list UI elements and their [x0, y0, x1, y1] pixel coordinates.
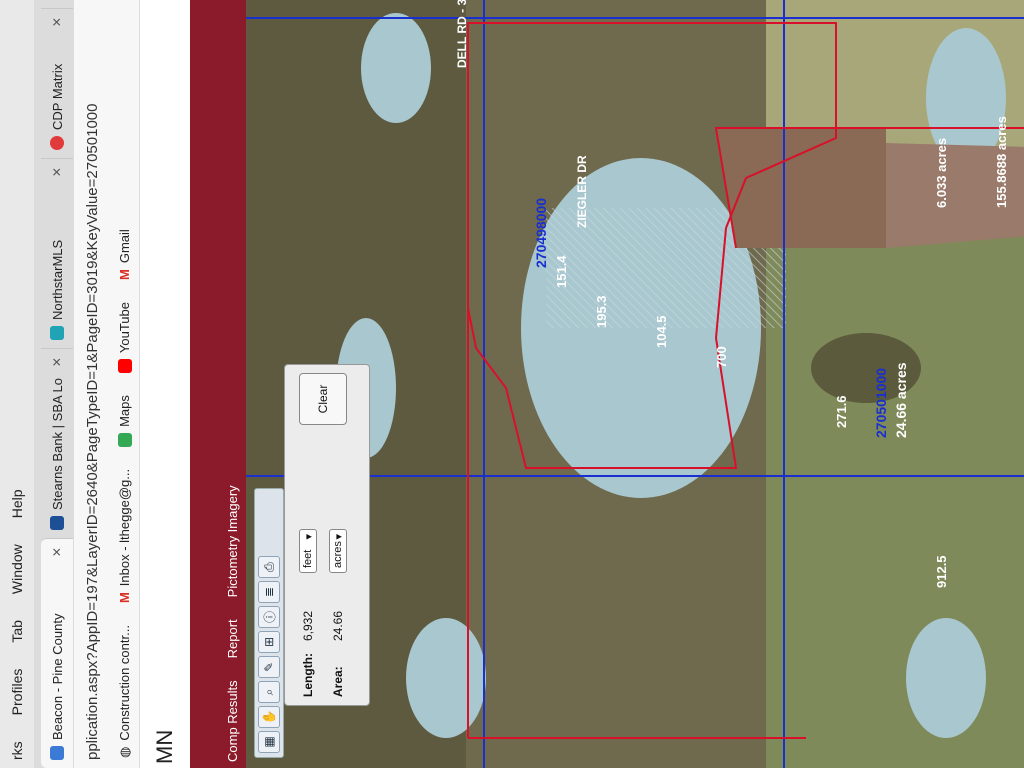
tab-cdp-matrix[interactable]: CDP Matrix ✕	[41, 8, 73, 158]
map-toolbar: ▦ ✋ ⌕ ✎ ⊞ ⓘ ≣ ⎙	[254, 488, 284, 758]
tab-bar: Beacon - Pine County ✕ Stearns Bank | SB…	[34, 0, 74, 768]
identify-tool-icon[interactable]: ⓘ	[258, 606, 280, 628]
bookmark-maps[interactable]: Maps	[117, 395, 132, 447]
pond-shape	[406, 618, 486, 738]
url-text: pplication.aspx?AppID=197&LayerID=2640&P…	[83, 103, 101, 760]
road-label: ZIEGLER DR	[575, 155, 589, 228]
draw-tool-icon[interactable]: ✎	[258, 656, 280, 678]
maps-icon	[117, 432, 132, 447]
comp-results-link[interactable]: Comp Results	[225, 680, 240, 762]
globe-icon: ◍	[116, 746, 132, 758]
length-value: 6,932	[301, 610, 315, 641]
menu-item-profiles[interactable]: Profiles	[9, 669, 25, 716]
bank-icon	[50, 516, 64, 530]
length-unit-select[interactable]: feet ▾	[299, 529, 317, 573]
close-icon[interactable]: ✕	[50, 17, 64, 27]
dimension-label: 195.3	[594, 295, 609, 328]
matrix-icon	[50, 136, 64, 150]
bookmark-construction[interactable]: ◍ Construction contr...	[117, 625, 133, 758]
acres-label: 6.033 acres	[934, 138, 949, 208]
pond-shape	[361, 13, 431, 123]
pan-tool-icon[interactable]: ✋	[258, 706, 280, 728]
pictometry-link[interactable]: Pictometry Imagery	[225, 485, 240, 597]
chevron-down-icon: ▾	[302, 534, 315, 540]
clear-button[interactable]: Clear	[299, 373, 347, 425]
measure-panel: Length: 6,932 feet ▾ Area: 24.66 acres ▾…	[284, 364, 370, 706]
length-label: Length:	[301, 653, 315, 697]
youtube-icon	[117, 359, 132, 374]
layers-tool-icon[interactable]: ≣	[258, 581, 280, 603]
tab-label: CDP Matrix	[49, 63, 65, 130]
map-view[interactable]: 151.4 195.3 104.5 700 271.6 912.5 6.033 …	[246, 0, 1024, 768]
acres-label: 24.66 acres	[893, 362, 909, 438]
results-sidebar: Comp Results Report Pictometry Imagery	[190, 0, 246, 768]
report-link[interactable]: Report	[225, 619, 240, 658]
bookmark-inbox[interactable]: M Inbox - lthegge@g...	[117, 469, 132, 603]
dimension-label: 271.6	[834, 395, 849, 428]
app-header: MN	[140, 0, 190, 768]
gmail-icon: M	[117, 592, 132, 604]
bookmark-youtube[interactable]: YouTube	[117, 302, 132, 374]
parcel-id-label: 270498000	[533, 198, 549, 268]
length-row: Length: 6,932 feet ▾	[299, 529, 317, 697]
area-row: Area: 24.66 acres ▾	[329, 529, 347, 697]
parcel-id-label: 270501000	[873, 368, 889, 438]
close-icon[interactable]: ✕	[50, 357, 64, 367]
acres-label: 155.8688 acres	[994, 116, 1009, 208]
tab-label: Stearns Bank | SBA Lo	[49, 377, 65, 510]
close-icon[interactable]: ✕	[50, 547, 64, 557]
menu-item-tab[interactable]: Tab	[9, 620, 25, 643]
bookmark-gmail[interactable]: M Gmail	[117, 229, 132, 280]
bookmarks-bar: ◍ Construction contr... M Inbox - lthegg…	[110, 0, 140, 768]
menu-item-help[interactable]: Help	[9, 489, 25, 518]
pond-shape	[906, 618, 986, 738]
menu-item-window[interactable]: Window	[9, 544, 25, 594]
select-tool-icon[interactable]: ▦	[258, 731, 280, 753]
area-value: 24.66	[331, 610, 345, 641]
tab-northstarmls[interactable]: NorthstarMLS ✕	[41, 158, 73, 348]
gmail-icon: M	[117, 269, 132, 281]
menu-item-rks[interactable]: rks	[9, 741, 25, 760]
browser-window: rks Profiles Tab Window Help Beacon - Pi…	[0, 0, 1024, 768]
chevron-down-icon: ▾	[332, 534, 345, 540]
close-icon[interactable]: ✕	[50, 167, 64, 177]
dimension-label: 912.5	[934, 555, 949, 588]
dimension-label: 700	[714, 346, 729, 368]
tab-beacon[interactable]: Beacon - Pine County ✕	[41, 538, 73, 768]
print-tool-icon[interactable]: ⎙	[258, 556, 280, 578]
area-unit-select[interactable]: acres ▾	[329, 529, 347, 573]
zoom-tool-icon[interactable]: ⌕	[258, 681, 280, 703]
northstar-icon	[50, 326, 64, 340]
dimension-label: 151.4	[554, 255, 569, 288]
beacon-icon	[50, 746, 64, 760]
photo-stage: rks Profiles Tab Window Help Beacon - Pi…	[0, 0, 1024, 768]
address-bar[interactable]: pplication.aspx?AppID=197&LayerID=2640&P…	[74, 0, 110, 768]
tab-stearns-bank[interactable]: Stearns Bank | SBA Lo ✕	[41, 348, 73, 538]
menu-bar: rks Profiles Tab Window Help	[0, 0, 34, 768]
tab-label: NorthstarMLS	[49, 239, 65, 320]
area-label: Area:	[331, 666, 345, 697]
road-label: DELL RD - 36	[455, 0, 469, 68]
measure-tool-icon[interactable]: ⊞	[258, 631, 280, 653]
tab-label: Beacon - Pine County	[49, 613, 65, 740]
app-title: MN	[152, 729, 177, 764]
dimension-label: 104.5	[654, 315, 669, 348]
